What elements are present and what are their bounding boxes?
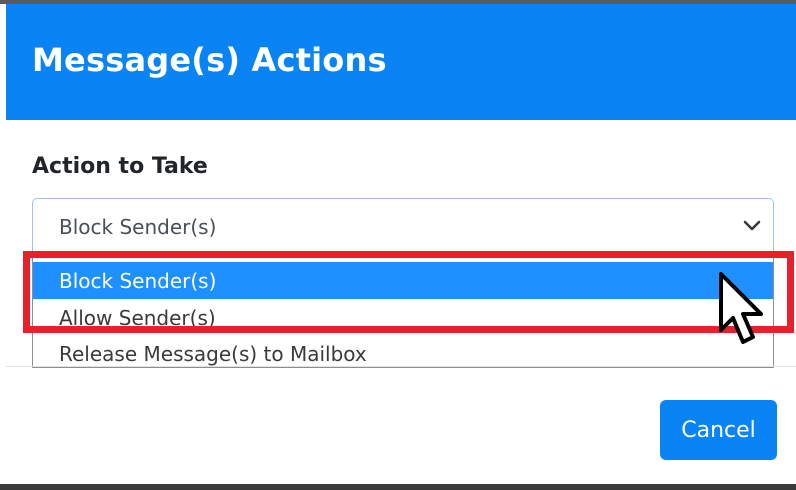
window-bottom-edge (0, 484, 796, 490)
option-release-messages[interactable]: Release Message(s) to Mailbox (33, 335, 773, 367)
dialog-title: Message(s) Actions (32, 41, 387, 79)
action-options-list: Block Sender(s) Allow Sender(s) Release … (32, 256, 774, 368)
action-field-label: Action to Take (32, 154, 208, 179)
option-label: Release Message(s) to Mailbox (59, 342, 367, 366)
option-label: Allow Sender(s) (59, 306, 216, 330)
footer-divider (6, 366, 796, 367)
dialog-window: Message(s) Actions Action to Take Block … (0, 0, 796, 490)
action-select-value: Block Sender(s) (59, 215, 217, 239)
option-allow-senders[interactable]: Allow Sender(s) (33, 299, 773, 336)
chevron-down-icon (743, 220, 761, 231)
action-select[interactable]: Block Sender(s) (32, 198, 774, 256)
dialog-header: Message(s) Actions (6, 4, 796, 120)
option-block-senders[interactable]: Block Sender(s) (33, 262, 773, 299)
cancel-button[interactable]: Cancel (660, 400, 777, 460)
option-label: Block Sender(s) (59, 269, 217, 293)
